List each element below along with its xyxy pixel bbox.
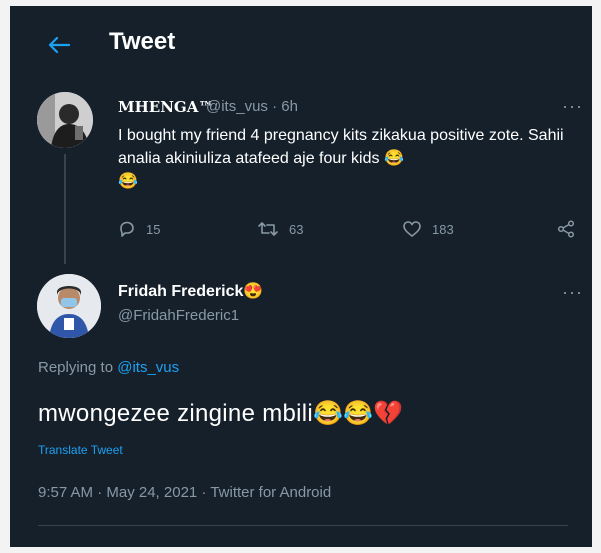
avatar[interactable] — [37, 274, 101, 338]
more-options-icon[interactable]: ··· — [562, 282, 583, 303]
divider — [38, 525, 568, 526]
author-handle[interactable]: @its_vus · 6h — [206, 98, 298, 115]
author-name[interactable]: MHENGA™ — [118, 98, 213, 116]
translate-tweet-link[interactable]: Translate Tweet — [38, 443, 123, 457]
share-icon — [557, 220, 575, 238]
header: Tweet — [10, 6, 592, 78]
tweet-text-body: I bought my friend 4 pregnancy kits zika… — [118, 127, 564, 167]
replying-to-handle-link[interactable]: @its_vus — [117, 359, 179, 376]
tears-of-joy-emoji: 😂 — [118, 173, 138, 190]
share-button[interactable] — [557, 218, 585, 240]
avatar-photo — [37, 274, 101, 338]
tweet-metadata: 9:57 AM · May 24, 2021 · Twitter for And… — [38, 484, 332, 501]
replying-to-label: Replying to — [38, 359, 118, 376]
reply-author-name-text: Fridah Frederick — [118, 283, 244, 300]
reply-text-body: mwongezee zingine mbili — [38, 400, 314, 427]
retweet-count: 63 — [289, 221, 304, 237]
reply-button[interactable]: 15 — [118, 218, 160, 240]
reply-emojis: 😂😂💔 — [313, 400, 404, 427]
avatar-photo — [37, 92, 93, 148]
retweet-icon — [258, 222, 278, 236]
heart-icon — [403, 221, 421, 237]
reply-author-name[interactable]: Fridah Frederick😍 — [118, 281, 263, 301]
tweet-screen: Tweet MHENGA™ @its_vus · 6h ··· I bought… — [10, 6, 592, 547]
tweet-text: I bought my friend 4 pregnancy kits zika… — [118, 124, 568, 193]
like-button[interactable]: 183 — [402, 218, 454, 240]
more-options-icon[interactable]: ··· — [562, 96, 583, 117]
avatar[interactable] — [37, 92, 93, 148]
tears-of-joy-emoji: 😂 — [383, 150, 404, 167]
replying-to: Replying to @its_vus — [38, 359, 179, 376]
reply-count: 15 — [146, 221, 161, 237]
retweet-button[interactable]: 63 — [257, 218, 303, 240]
reply-text: mwongezee zingine mbili😂😂💔 — [38, 399, 404, 428]
back-arrow-icon[interactable] — [48, 36, 70, 54]
like-count: 183 — [432, 221, 454, 237]
reply-author-handle[interactable]: @FridahFrederic1 — [118, 307, 239, 324]
page-title: Tweet — [109, 28, 176, 55]
reply-icon — [120, 221, 134, 237]
thread-line — [64, 154, 66, 264]
heart-eyes-emoji: 😍 — [243, 283, 264, 300]
